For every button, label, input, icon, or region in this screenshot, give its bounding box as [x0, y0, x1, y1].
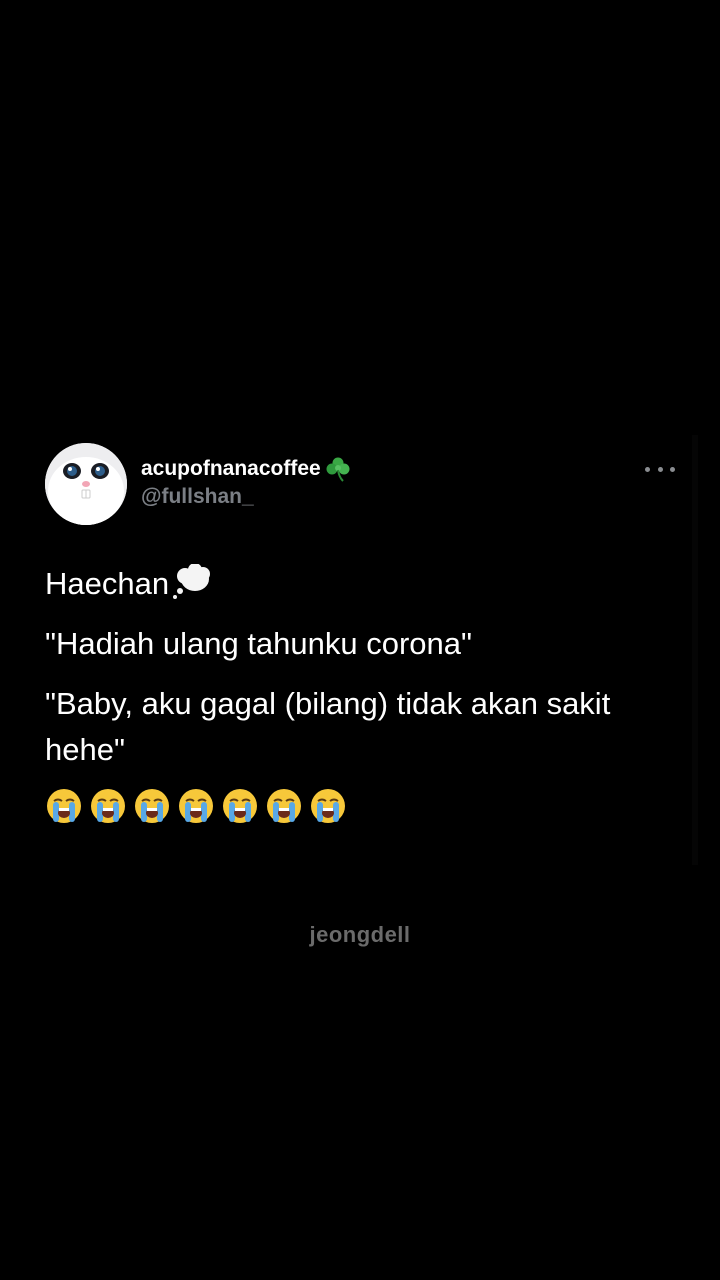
more-horizontal-icon [657, 466, 663, 472]
emoji-row [45, 787, 675, 825]
tweet-line-2: "Hadiah ulang tahunku corona" [45, 626, 473, 661]
tweet-card[interactable]: acupofnanacoffee @fullshan_ Haechan "Had… [45, 443, 675, 825]
loudly-crying-face-icon [311, 789, 345, 823]
more-horizontal-icon [645, 466, 650, 472]
display-name-row[interactable]: acupofnanacoffee [141, 455, 353, 483]
tweet-line-3: "Baby, aku gagal (bilang) tidak akan sak… [45, 686, 611, 767]
shamrock-icon [326, 457, 350, 482]
tweet-line-1-text: Haechan [45, 566, 170, 601]
tweet-text: Haechan "Hadiah ulang tahunku corona" "B… [45, 561, 675, 825]
tweet-names: acupofnanacoffee @fullshan_ [141, 455, 353, 511]
loudly-crying-face-icon [47, 789, 81, 823]
user-handle[interactable]: @fullshan_ [141, 483, 353, 511]
screen: acupofnanacoffee @fullshan_ Haechan "Had… [0, 0, 720, 1280]
more-options-button[interactable] [645, 455, 675, 483]
loudly-crying-face-icon [135, 789, 169, 823]
display-name[interactable]: acupofnanacoffee [141, 455, 321, 483]
bunny-avatar-icon [45, 443, 127, 525]
avatar[interactable] [45, 443, 127, 525]
tweet-line-1: Haechan [45, 561, 675, 607]
watermark: jeongdell [309, 922, 411, 947]
edge-shadow [692, 435, 698, 865]
thought-balloon-icon [173, 564, 211, 599]
loudly-crying-face-icon [223, 789, 257, 823]
loudly-crying-face-icon [91, 789, 125, 823]
more-horizontal-icon [670, 466, 675, 472]
tweet-header: acupofnanacoffee @fullshan_ [45, 443, 675, 525]
loudly-crying-face-icon [179, 789, 213, 823]
loudly-crying-face-icon [267, 789, 301, 823]
